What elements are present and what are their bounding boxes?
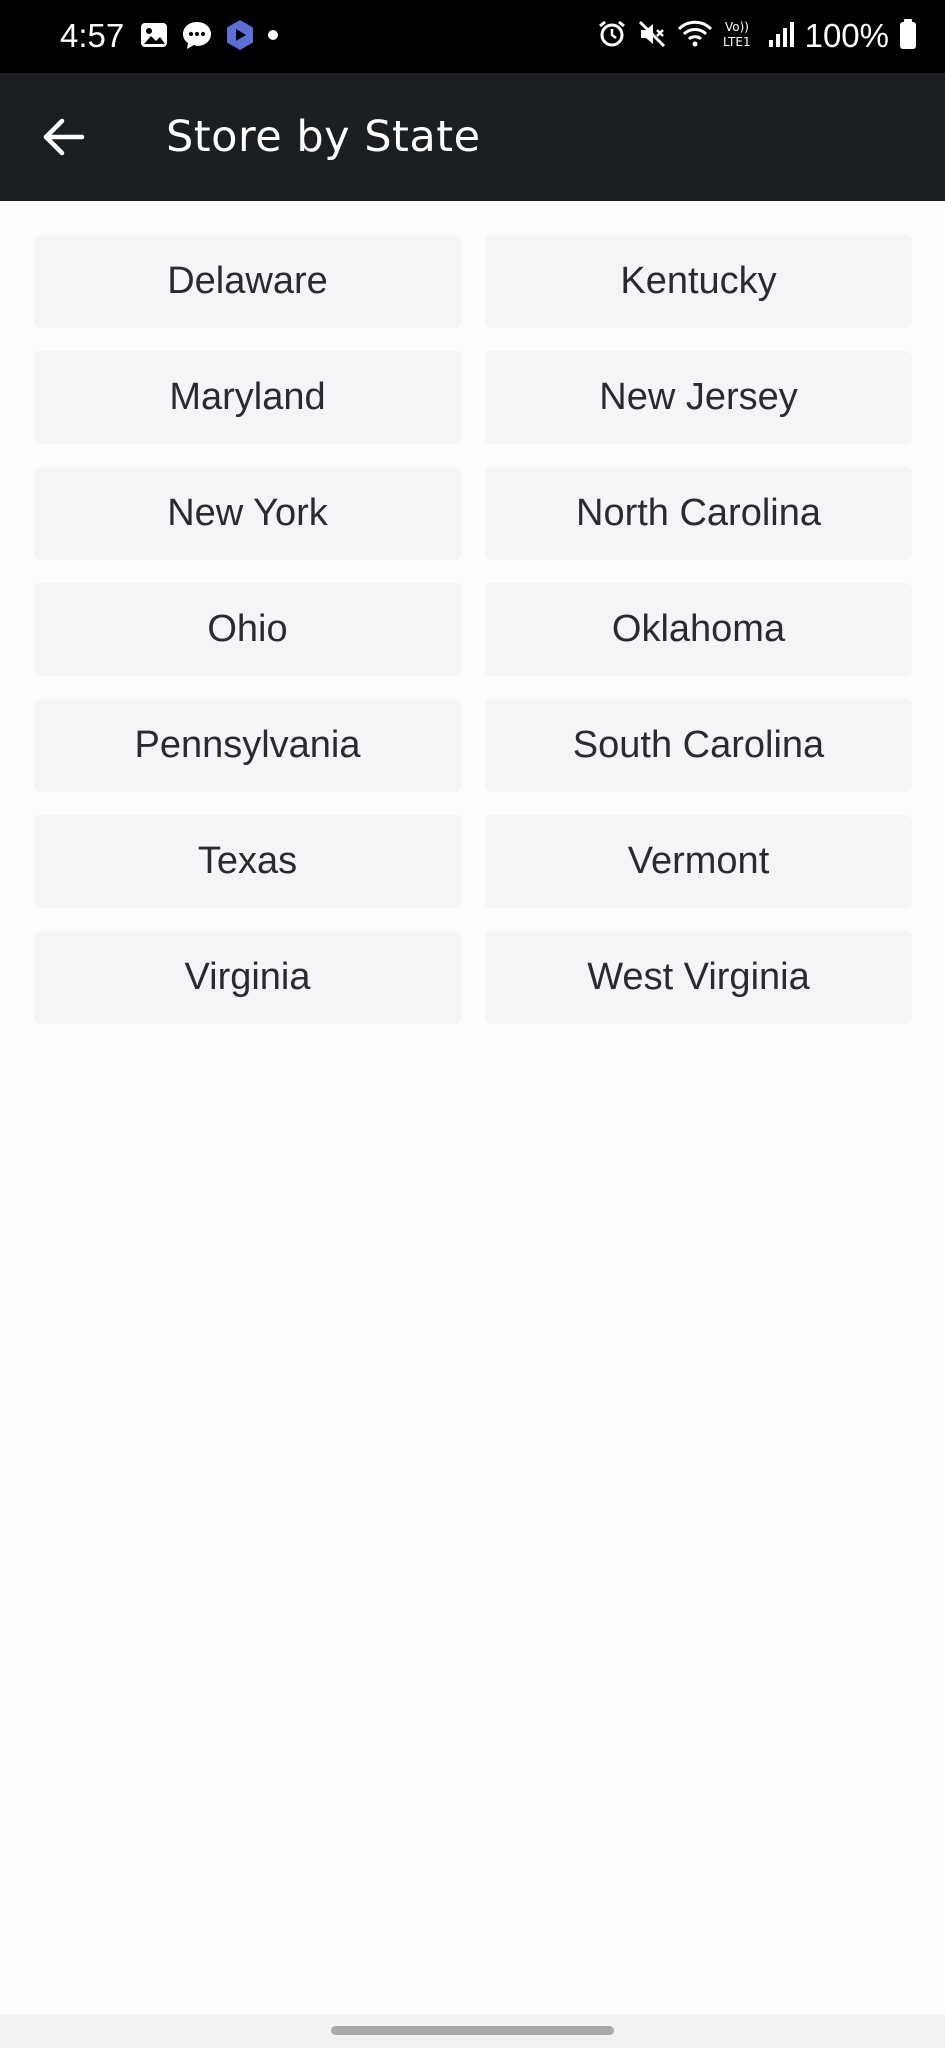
status-time: 4:57 [60, 17, 125, 54]
status-bar: 4:57 Vo)) LTE1 100% [0, 0, 945, 73]
state-button-maryland[interactable]: Maryland [34, 351, 461, 444]
page-title: Store by State [166, 112, 481, 162]
state-button-new-jersey[interactable]: New Jersey [485, 351, 912, 444]
signal-icon [767, 19, 795, 54]
state-button-virginia[interactable]: Virginia [34, 931, 461, 1024]
state-button-pennsylvania[interactable]: Pennsylvania [34, 699, 461, 792]
mute-icon [637, 19, 667, 54]
lte-text-top: Vo)) [725, 20, 749, 34]
arrow-left-icon [42, 117, 86, 162]
alarm-icon [597, 19, 627, 54]
navigation-bar [0, 2014, 945, 2048]
state-button-ohio[interactable]: Ohio [34, 583, 461, 676]
chat-icon [181, 20, 213, 55]
app-bar: Store by State [0, 73, 945, 201]
gallery-icon [139, 20, 169, 55]
state-button-new-york[interactable]: New York [34, 467, 461, 560]
battery-percent: 100% [804, 17, 889, 54]
system-icons: Vo)) LTE1 100% [597, 14, 917, 58]
state-button-texas[interactable]: Texas [34, 815, 461, 908]
state-button-oklahoma[interactable]: Oklahoma [485, 583, 912, 676]
wifi-icon [677, 19, 713, 54]
dot-icon [267, 28, 279, 46]
state-button-delaware[interactable]: Delaware [34, 235, 461, 328]
state-button-kentucky[interactable]: Kentucky [485, 235, 912, 328]
battery-icon [899, 18, 917, 55]
state-button-north-carolina[interactable]: North Carolina [485, 467, 912, 560]
notification-icons [139, 19, 279, 56]
lte-icon: Vo)) LTE1 [723, 18, 757, 55]
app-icon [225, 19, 255, 56]
state-button-south-carolina[interactable]: South Carolina [485, 699, 912, 792]
lte-text-bottom: LTE1 [723, 35, 751, 49]
back-button[interactable] [30, 105, 98, 173]
home-indicator[interactable] [331, 2026, 614, 2035]
state-button-west-virginia[interactable]: West Virginia [485, 931, 912, 1024]
state-button-vermont[interactable]: Vermont [485, 815, 912, 908]
state-grid: Delaware Kentucky Maryland New Jersey Ne… [34, 235, 912, 1024]
